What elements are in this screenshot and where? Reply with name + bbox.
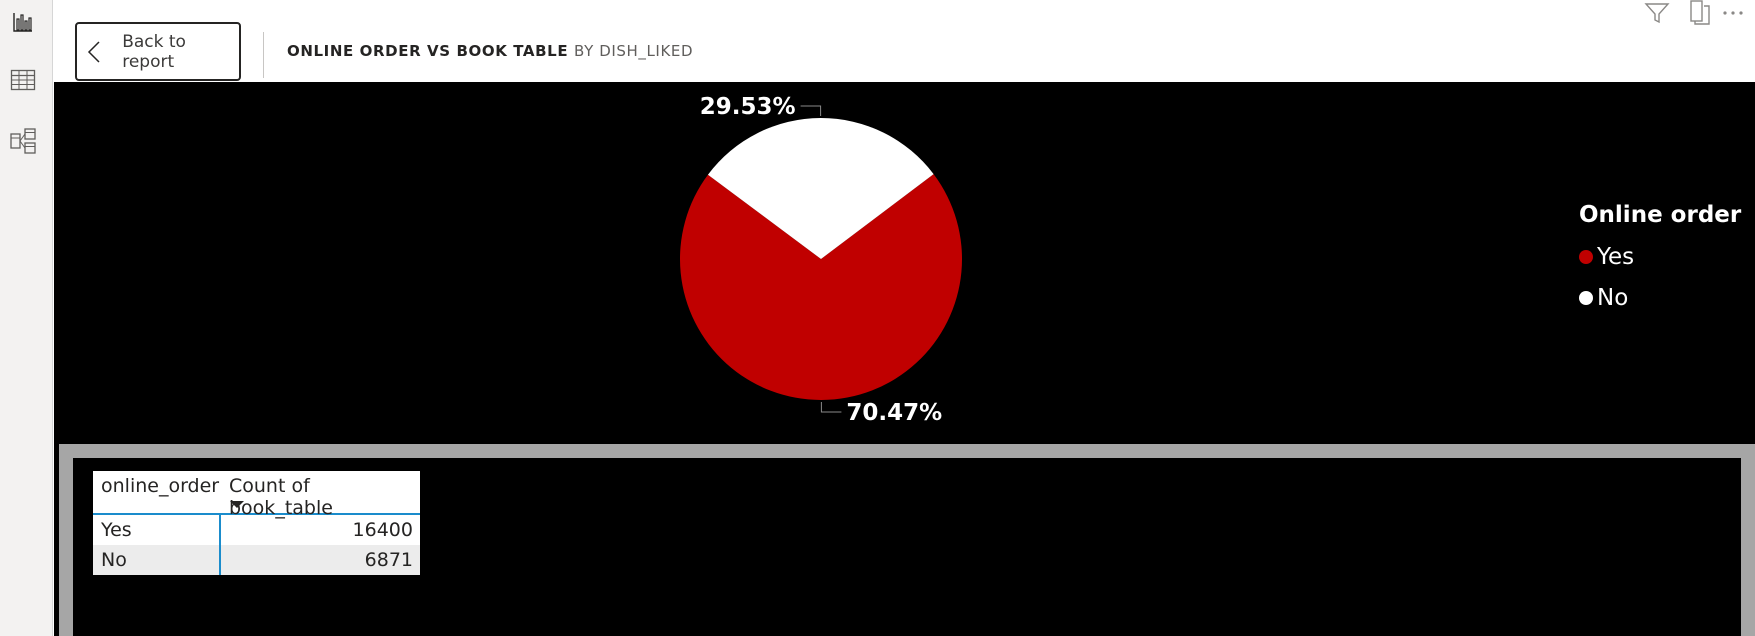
report-header: Back to report ONLINE ORDER VS BOOK TABL… <box>54 0 1755 82</box>
column-header-count-label: Count of book_table <box>229 475 333 519</box>
legend-label-yes: Yes <box>1597 243 1635 270</box>
data-label-yes: 70.47% <box>846 400 942 426</box>
back-to-report-label: Back to report <box>122 31 186 72</box>
table-visual: online_order Count of book_table Yes 164… <box>54 444 1755 636</box>
pie-chart: 70.47% 29.53% <box>680 94 962 426</box>
report-view-icon <box>13 13 32 32</box>
report-view-button[interactable] <box>6 5 40 39</box>
column-header-count-book-table[interactable]: Count of book_table <box>221 471 420 519</box>
focus-mode-icon <box>1690 0 1710 25</box>
more-options-icon <box>1723 11 1743 15</box>
visual-subtitle: BY DISH_LIKED <box>574 42 694 60</box>
data-table: online_order Count of book_table Yes 164… <box>93 471 420 575</box>
chevron-left-icon <box>83 37 104 67</box>
back-to-report-button[interactable]: Back to report <box>75 22 241 81</box>
cell-online-order: No <box>93 545 221 575</box>
filter-button[interactable] <box>1643 0 1671 26</box>
cell-online-order: Yes <box>93 515 221 545</box>
sort-descending-icon <box>230 501 244 508</box>
filter-icon <box>1644 3 1670 24</box>
table-row[interactable]: Yes 16400 <box>93 515 420 545</box>
column-header-online-order[interactable]: online_order <box>93 471 221 513</box>
legend-title: Online order <box>1579 202 1742 228</box>
visual-title: ONLINE ORDER VS BOOK TABLE <box>287 42 569 60</box>
legend-marker-yes <box>1579 249 1593 264</box>
data-view-icon <box>10 69 36 91</box>
header-divider <box>263 32 264 78</box>
data-view-button[interactable] <box>6 63 40 97</box>
legend-item-no[interactable]: No <box>1579 277 1741 318</box>
app-window: Back to report ONLINE ORDER VS BOOK TABL… <box>0 0 1755 636</box>
leader-line-yes <box>820 401 842 413</box>
table-header-row: online_order Count of book_table <box>93 471 420 519</box>
left-rail <box>0 0 53 636</box>
leader-line-no <box>800 105 822 117</box>
chart-legend: Online order Yes No <box>1579 202 1741 318</box>
table-visual-border: online_order Count of book_table Yes 164… <box>59 444 1755 636</box>
legend-item-yes[interactable]: Yes <box>1579 236 1741 277</box>
pie-chart-visual: 70.47% 29.53% Online order Yes No <box>54 82 1755 444</box>
model-view-icon <box>10 128 36 154</box>
data-label-no: 29.53% <box>700 94 796 120</box>
legend-marker-no <box>1579 290 1593 305</box>
cell-count: 16400 <box>352 519 413 541</box>
more-options-button[interactable] <box>1719 0 1747 26</box>
cell-count: 6871 <box>364 549 413 571</box>
table-row[interactable]: No 6871 <box>93 545 420 575</box>
model-view-button[interactable] <box>6 124 40 158</box>
legend-label-no: No <box>1597 284 1629 311</box>
focus-mode-button[interactable] <box>1684 0 1712 26</box>
